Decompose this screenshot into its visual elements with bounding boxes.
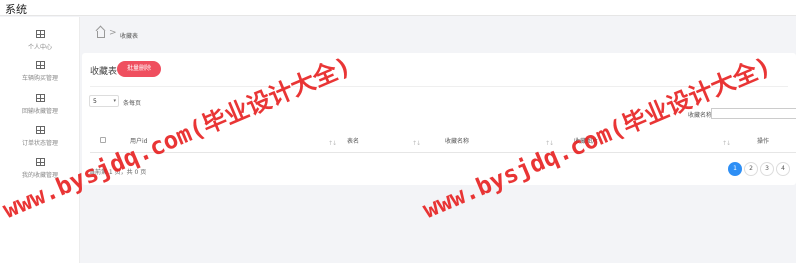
page-button-1[interactable]: 1: [728, 162, 742, 176]
select-all-checkbox[interactable]: [100, 137, 106, 143]
sidebar-item-label: 订单状态管理: [21, 140, 58, 147]
page-title: 收藏表: [90, 67, 118, 77]
sidebar-item-label: 个人中心: [27, 44, 52, 51]
sidebar-item-order-status[interactable]: 订单状态管理: [0, 126, 80, 154]
sort-icon[interactable]: ↑↓: [545, 140, 554, 147]
page-size-value: 5: [93, 98, 97, 105]
column-favorite-image[interactable]: 收藏图片: [574, 136, 598, 145]
table-icon: [35, 61, 45, 69]
sort-icon[interactable]: ↑↓: [722, 140, 731, 147]
column-user-id[interactable]: 用户id: [130, 136, 147, 145]
page-size-select[interactable]: 5 ▾: [89, 95, 119, 107]
divider: [90, 86, 788, 87]
sort-icon[interactable]: ↑↓: [412, 140, 421, 147]
column-table-name[interactable]: 表名: [347, 136, 359, 145]
home-icon[interactable]: [97, 31, 105, 38]
table-icon: [35, 30, 45, 38]
table-icon: [35, 126, 45, 134]
favorites-panel: 收藏表 批量删除 5 ▾ 条每页 收藏名称 用户id ↑↓ 表名 ↑↓ 收藏名称…: [82, 53, 796, 185]
per-page-label: 条每页: [123, 100, 142, 107]
breadcrumb-current: 收藏表: [120, 33, 139, 40]
top-bar: 系统: [0, 0, 796, 16]
table-header: 用户id ↑↓ 表名 ↑↓ 收藏名称 ↑↓ 收藏图片 ↑↓ 操作: [90, 130, 796, 150]
app-title: 系统: [5, 3, 27, 16]
table-icon: [35, 94, 45, 102]
batch-delete-button[interactable]: 批量删除: [117, 61, 161, 77]
table-icon: [35, 158, 45, 166]
page-button-2[interactable]: 2: [744, 162, 758, 176]
sidebar-item-label: 车辆购买管理: [21, 75, 58, 82]
sidebar-item-label: 我的收藏管理: [21, 172, 58, 179]
sort-icon[interactable]: ↑↓: [328, 140, 337, 147]
table-divider: [90, 152, 796, 153]
sidebar-item-favorites-input[interactable]: 回输收藏管理: [0, 94, 80, 122]
chevron-down-icon: ▾: [113, 98, 116, 104]
page-button-3[interactable]: 3: [760, 162, 774, 176]
breadcrumb: > 收藏表: [80, 17, 796, 51]
breadcrumb-separator: >: [109, 28, 117, 38]
search-label: 收藏名称: [688, 112, 713, 119]
column-favorite-name[interactable]: 收藏名称: [445, 136, 469, 145]
sidebar: 个人中心 车辆购买管理 回输收藏管理 订单状态管理 我的收藏管理: [0, 17, 80, 263]
sidebar-item-label: 回输收藏管理: [21, 108, 58, 115]
sidebar-item-personal-center[interactable]: 个人中心: [0, 30, 80, 58]
page-button-4[interactable]: 4: [776, 162, 790, 176]
sidebar-item-vehicle-purchase[interactable]: 车辆购买管理: [0, 61, 80, 89]
column-actions: 操作: [757, 138, 770, 145]
sidebar-item-my-favorites[interactable]: 我的收藏管理: [0, 158, 80, 186]
pagination-summary: 当前第 1 页，共 0 页: [89, 169, 147, 176]
search-input[interactable]: [711, 108, 796, 119]
